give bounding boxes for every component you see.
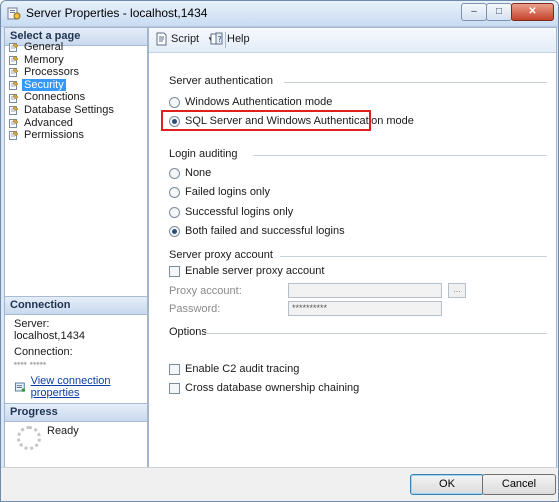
help-icon: ? [210,32,223,45]
page-list: General Memory Processors Security Connectio… [9,41,145,142]
toolbar: Script ▼ ? Help [149,28,556,53]
connection-label: Connection: [14,346,73,358]
page-item-label: General [24,41,64,53]
audit-both-label: Both failed and successful logins [185,225,345,237]
page-wrench-icon [9,105,19,116]
page-wrench-icon [9,42,19,53]
title-bar[interactable]: Server Properties - localhost,1434 – □ ✕ [1,1,558,27]
view-connection-properties-text[interactable]: View connection properties [31,375,147,399]
page-item-advanced[interactable]: Advanced [9,117,145,130]
page-item-memory[interactable]: Memory [9,54,145,67]
page-item-general[interactable]: General [9,41,145,54]
left-pane: Select a page General Memory Processors Sec… [4,27,148,471]
windows-auth-label: Windows Authentication mode [185,96,333,108]
audit-successful-radio-button[interactable] [169,206,180,218]
proxy-divider [280,256,547,257]
server-value: localhost,1434 [14,330,85,342]
page-wrench-icon [9,131,19,141]
connection-value: •••• ••••• [14,359,47,368]
maximize-button[interactable]: □ [486,3,512,21]
proxy-browse-button[interactable]: ... [448,283,466,298]
audit-successful-label: Successful logins only [185,206,294,218]
cross-db-checkbox[interactable]: Cross database ownership chaining [169,382,359,394]
right-pane: Script ▼ ? Help Server authentication Wi… [148,27,557,469]
script-button[interactable]: Script ▼ [154,32,215,46]
audit-none-radio[interactable]: None [169,167,211,179]
page-item-label: Memory [24,53,64,66]
proxy-account-input[interactable] [288,283,442,298]
audit-failed-radio[interactable]: Failed logins only [169,186,270,198]
help-button[interactable]: ? Help [210,32,250,46]
proxy-account-label: Proxy account: [169,285,242,297]
view-connection-properties-link[interactable]: View connection properties [15,375,147,399]
cross-db-checkbox-box[interactable] [169,382,180,394]
c2-audit-checkbox-box[interactable] [169,363,180,375]
page-item-label: Advanced [24,116,73,129]
cancel-button[interactable]: Cancel [482,474,556,495]
server-label: Server: [14,318,50,330]
options-divider [204,333,547,334]
audit-successful-radio[interactable]: Successful logins only [169,206,293,218]
login-auditing-divider [253,155,547,156]
page-wrench-icon [9,68,19,78]
page-item-label: Security [22,78,66,92]
page-item-permissions[interactable]: Permissions [9,129,145,142]
properties-icon [15,382,26,392]
server-properties-icon [7,7,21,20]
highlight-annotation-box [161,110,371,131]
page-item-database-settings[interactable]: Database Settings [9,104,145,117]
page-item-label: Database Settings [24,103,114,116]
password-input[interactable]: ********** [288,301,442,316]
enable-proxy-checkbox-box[interactable] [169,265,180,277]
audit-none-label: None [185,167,212,179]
enable-proxy-checkbox[interactable]: Enable server proxy account [169,265,324,277]
page-wrench-icon [9,93,19,103]
page-item-connections[interactable]: Connections [9,91,145,104]
ok-button[interactable]: OK [410,474,484,495]
server-authentication-divider [284,82,547,83]
page-item-security[interactable]: Security [9,78,145,92]
page-wrench-icon [9,55,19,65]
page-wrench-icon [9,80,19,91]
progress-header: Progress [5,403,147,422]
window-title: Server Properties - localhost,1434 [26,6,208,20]
connection-header: Connection [5,296,147,315]
page-item-label: Permissions [24,129,84,142]
script-label: Script [171,33,200,45]
page-item-label: Connections [24,91,86,104]
dialog-button-bar: OK Cancel [1,467,558,501]
proxy-group-label: Server proxy account [169,249,273,261]
svg-text:?: ? [218,35,222,44]
c2-audit-checkbox[interactable]: Enable C2 audit tracing [169,363,299,375]
windows-auth-radio[interactable]: Windows Authentication mode [169,96,332,108]
audit-failed-radio-button[interactable] [169,186,180,198]
page-wrench-icon [9,118,19,128]
server-properties-window: Server Properties - localhost,1434 – □ ✕… [0,0,559,502]
audit-failed-label: Failed logins only [185,186,270,198]
script-icon [156,32,167,46]
enable-proxy-label: Enable server proxy account [185,265,325,277]
help-label: Help [227,33,250,45]
page-item-processors[interactable]: Processors [9,66,145,79]
audit-both-radio-button[interactable] [169,225,180,237]
close-button[interactable]: ✕ [511,3,554,21]
audit-both-radio[interactable]: Both failed and successful logins [169,225,345,237]
options-group-label: Options [169,326,207,338]
audit-none-radio-button[interactable] [169,167,180,179]
c2-audit-label: Enable C2 audit tracing [185,363,300,375]
password-label: Password: [169,303,221,315]
progress-spinner-icon [17,426,41,450]
progress-status: Ready [47,425,79,437]
page-item-label: Processors [24,66,80,79]
minimize-button[interactable]: – [461,3,487,21]
cross-db-label: Cross database ownership chaining [185,382,360,394]
login-auditing-group-label: Login auditing [169,148,238,160]
server-authentication-group-label: Server authentication [169,75,273,87]
windows-auth-radio-button[interactable] [169,96,180,108]
